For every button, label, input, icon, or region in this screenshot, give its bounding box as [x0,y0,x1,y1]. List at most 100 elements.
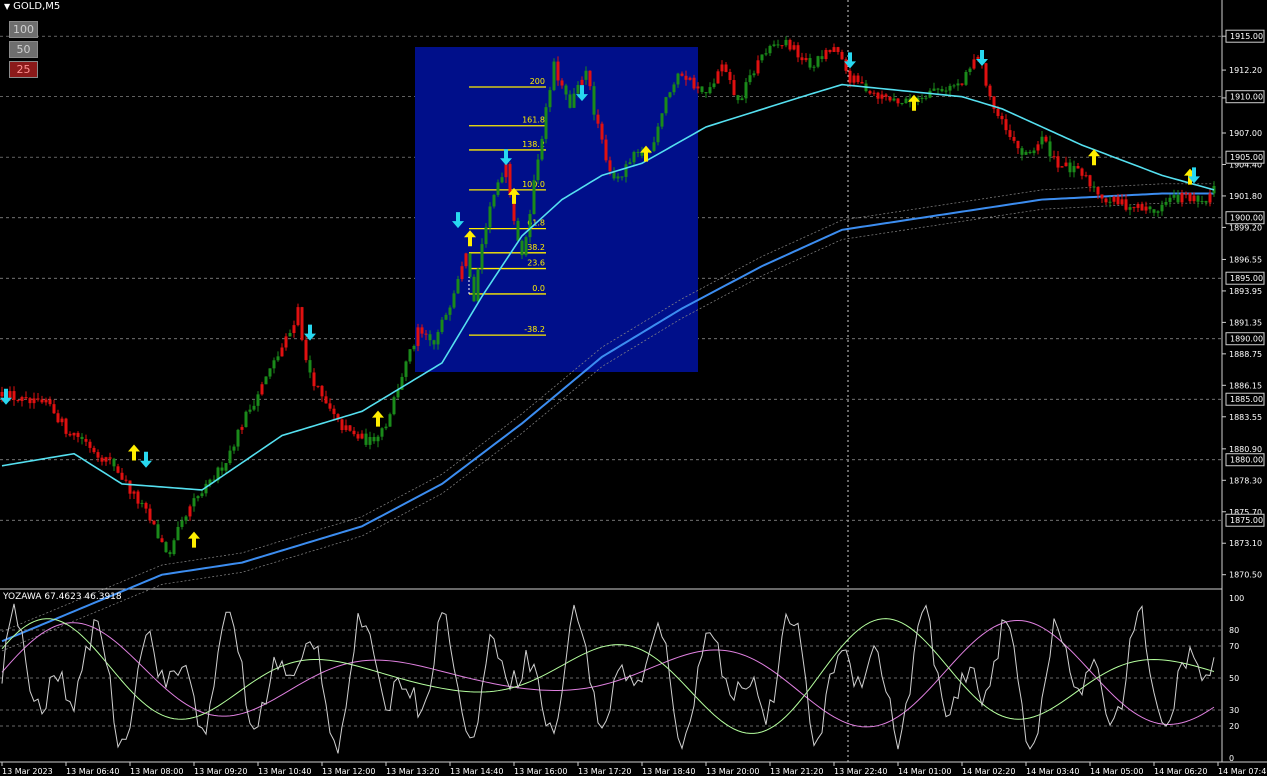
candle-body [988,85,992,97]
time-tick-label: 13 Mar 18:40 [642,767,695,776]
candle-body [412,345,416,350]
trading-chart[interactable]: 200161.8138.2100.061.838.223.60.0-38.2 1… [0,0,1267,776]
price-level-box-label: 1900.00 [1230,214,1263,223]
candle-body [1060,166,1064,168]
candle-body [440,319,444,333]
price-tick-label: 1873.10 [1229,539,1262,548]
candle-body [852,75,856,83]
price-tick-label: 1899.20 [1229,223,1262,232]
candle-body [292,325,296,334]
price-tick-label: 1891.35 [1229,318,1262,327]
candle-body [736,95,740,101]
candle-body [876,92,880,99]
candle-body [896,98,900,104]
osc-tick-label: 0 [1229,754,1234,763]
candle-body [720,64,724,72]
time-tick-label: 13 Mar 21:20 [770,767,823,776]
candle-body [236,429,240,447]
candle-body [1076,166,1080,169]
candle-body [564,85,568,95]
candle-body [532,180,536,215]
time-axis[interactable]: 13 Mar 2023 13 Mar 06:40 13 Mar 08:00 13 Ma… [1,762,1267,776]
zoom-50-button[interactable]: 50 [9,41,38,58]
candle-body [640,152,644,156]
candle-body [652,142,656,151]
candle-body [332,408,336,415]
candle-body [548,90,552,108]
candle-body [1112,196,1116,202]
candle-body [300,307,304,340]
candle-body [576,84,580,94]
candle-body [740,98,744,101]
candle-body [368,436,372,445]
fib-background-box [415,47,698,372]
candle-body [712,83,716,88]
candle-body [668,92,672,98]
candle-body [832,47,836,52]
candle-body [1052,156,1056,158]
candle-body [904,98,908,104]
candle-body [1008,130,1012,137]
candle-body [1184,192,1188,194]
candle-body [348,425,352,431]
candle-body [1016,140,1020,149]
candle-body [76,432,80,437]
candle-body [1124,199,1128,210]
candle-body [280,347,284,357]
candle-body [528,214,532,238]
candle-body [264,376,268,385]
candle-body [492,194,496,207]
candle-body [304,339,308,361]
candle-body [608,160,612,172]
time-tick-label: 14 Mar 05:00 [1090,767,1143,776]
time-tick-label: 13 Mar 10:40 [258,767,311,776]
candle-body [1024,151,1028,155]
candle-body [732,80,736,96]
zoom-100-button[interactable]: 100 [9,21,38,38]
candle-body [568,94,572,108]
buy-arrow-icon [128,444,140,461]
candle-body [256,394,260,406]
price-tick-label: 1901.80 [1229,192,1262,201]
candle-body [156,524,160,539]
candle-body [388,414,392,427]
candle-body [588,70,592,87]
candle-body [1084,175,1088,177]
candle-body [696,86,700,89]
candle-body [1092,186,1096,188]
candle-body [844,59,848,71]
candle-body [620,176,624,178]
candle-body [316,385,320,387]
candle-body [448,307,452,315]
price-tick-label: 1883.55 [1229,413,1262,422]
time-tick-label: 14 Mar 03:40 [1026,767,1079,776]
fib-layer[interactable]: 200161.8138.2100.061.838.223.60.0-38.2 [415,47,698,372]
candle-body [164,542,168,553]
candle-body [936,88,940,90]
zoom-25-button[interactable]: 25 [9,61,38,78]
candle-body [996,108,1000,116]
candle-body [584,70,588,80]
fib-level-label: 161.8 [522,116,545,125]
candle-body [340,419,344,430]
candle-body [968,68,972,72]
candle-body [1020,148,1024,155]
candle-body [676,73,680,85]
candle-body [688,77,692,80]
candle-body [600,123,604,140]
candle-body [460,266,464,280]
candle-body [812,66,816,68]
candle-body [960,83,964,85]
symbol-title[interactable]: ▼ GOLD,M5 [4,1,60,12]
dropdown-triangle-icon[interactable]: ▼ [4,2,10,11]
candle-body [104,457,108,462]
price-axis[interactable]: 1915.001912.201909.901907.001904.401901.… [1222,29,1265,763]
candle-body [296,307,300,326]
candle-body [12,391,16,400]
candle-body [480,244,484,269]
candle-body [288,333,292,337]
time-tick-label: 14 Mar 01:00 [898,767,951,776]
candle-body [680,73,684,76]
candle-body [268,368,272,377]
candle-body [684,75,688,80]
